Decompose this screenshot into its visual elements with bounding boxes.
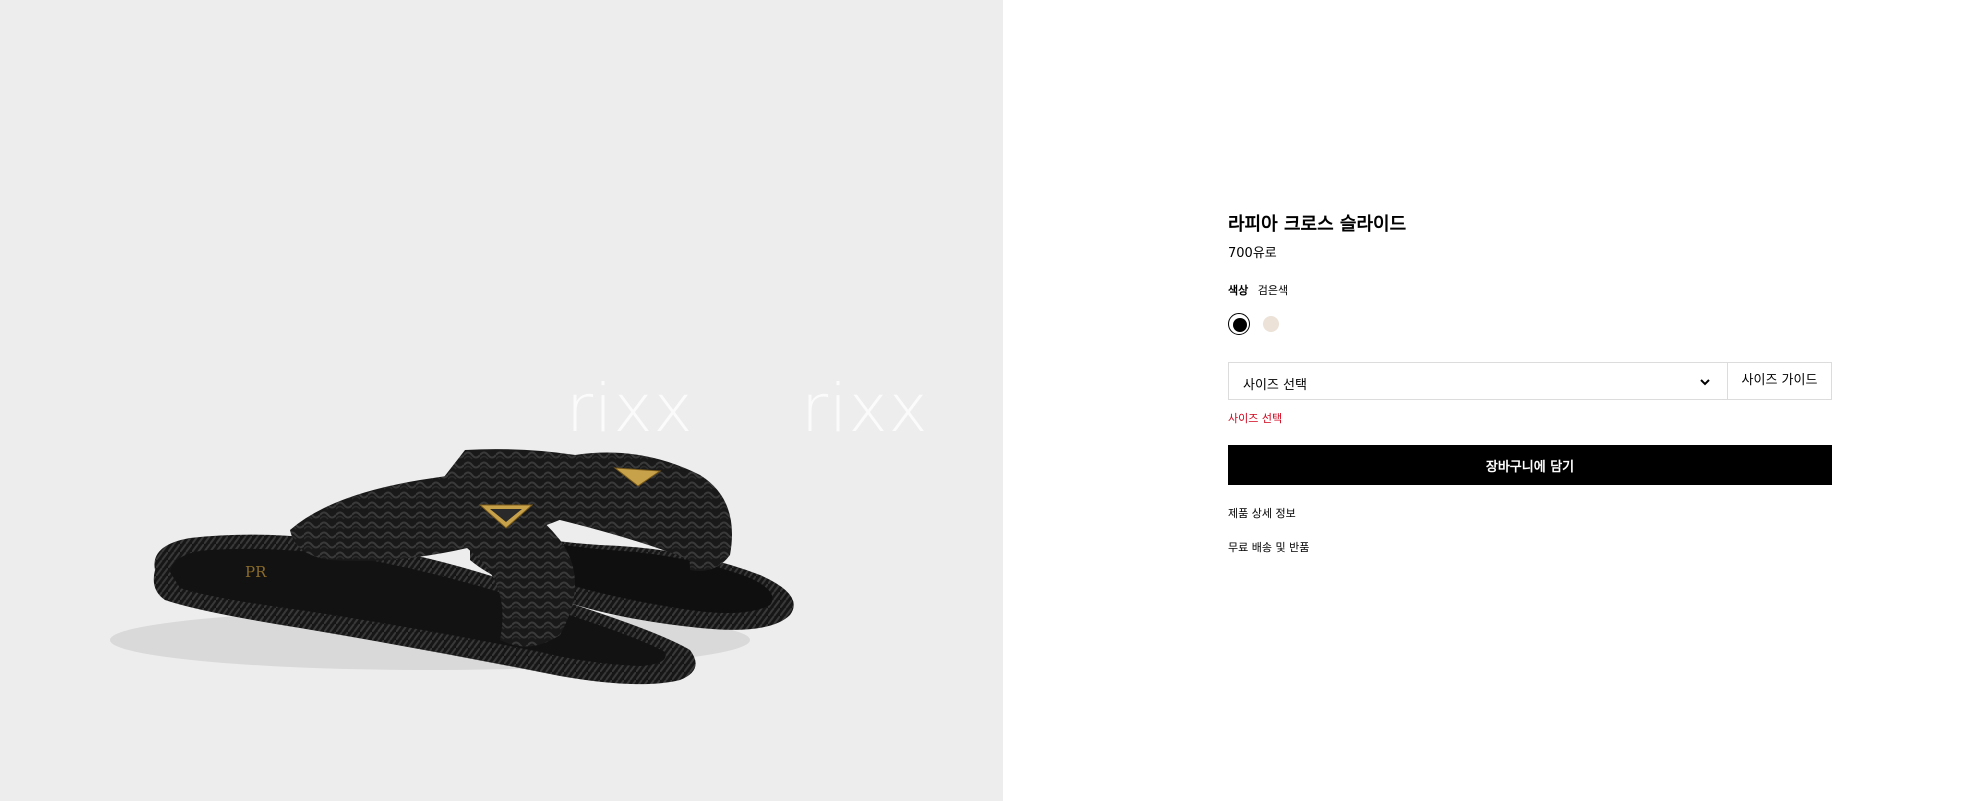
product-image-panel: PR rixx rixx bbox=[0, 0, 1003, 801]
insole-brand-text: PR bbox=[245, 563, 267, 581]
size-select-dropdown[interactable]: 사이즈 선택 bbox=[1228, 362, 1728, 400]
product-details-link[interactable]: 제품 상세 정보 bbox=[1228, 505, 1296, 521]
add-to-cart-button[interactable]: 장바구니에 담기 bbox=[1228, 445, 1832, 485]
size-guide-button[interactable]: 사이즈 가이드 bbox=[1727, 362, 1832, 400]
watermark-text: rixx bbox=[801, 370, 929, 447]
color-info: 색상 검은색 bbox=[1228, 282, 1288, 298]
color-label: 색상 bbox=[1228, 284, 1249, 297]
swatch-black[interactable] bbox=[1228, 313, 1250, 335]
chevron-down-icon bbox=[1700, 379, 1710, 386]
color-value: 검은색 bbox=[1257, 284, 1289, 297]
size-select-label: 사이즈 선택 bbox=[1243, 378, 1307, 393]
swatch-beige-dot bbox=[1263, 316, 1279, 332]
size-error-message: 사이즈 선택 bbox=[1228, 412, 1283, 425]
swatch-beige[interactable] bbox=[1260, 313, 1282, 335]
shipping-returns-link[interactable]: 무료 배송 및 반품 bbox=[1228, 539, 1309, 555]
swatch-black-dot bbox=[1233, 318, 1247, 332]
product-title: 라피아 크로스 슬라이드 bbox=[1228, 214, 1407, 235]
watermark-text: rixx bbox=[566, 370, 694, 447]
product-price: 700유로 bbox=[1228, 246, 1277, 261]
